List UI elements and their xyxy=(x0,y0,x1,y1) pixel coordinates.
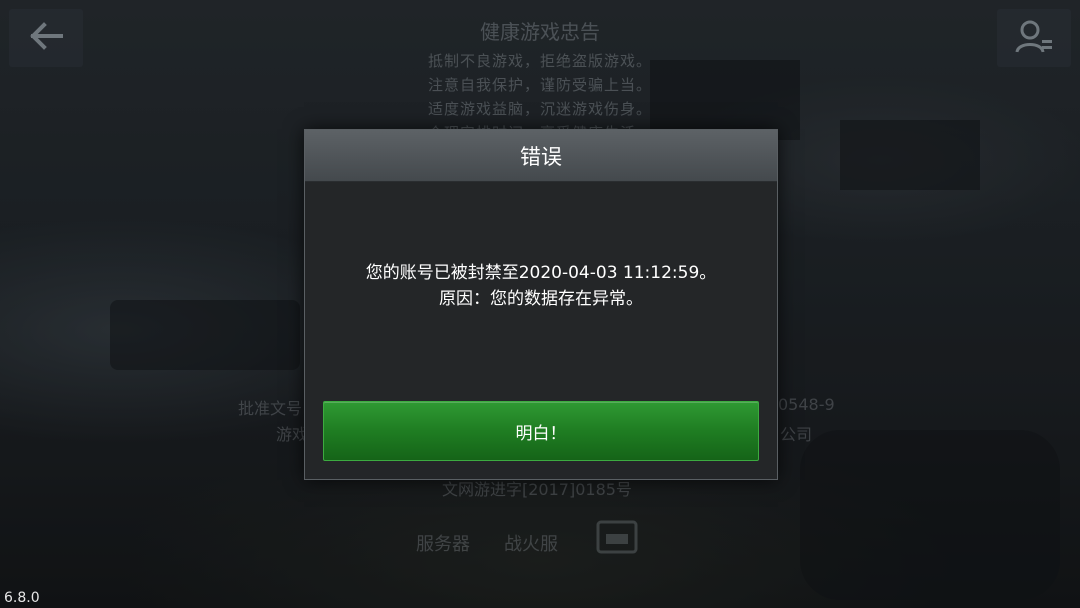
dialog-message: 您的账号已被封禁至2020-04-03 11:12:59。 原因：您的数据存在异… xyxy=(305,260,777,312)
player-profile-button[interactable] xyxy=(997,9,1071,67)
version-label: 6.8.0 xyxy=(4,590,40,606)
ban-message: 您的账号已被封禁至2020-04-03 11:12:59。 xyxy=(365,263,717,283)
dialog-title: 错误 xyxy=(520,144,562,169)
error-dialog: 错误 您的账号已被封禁至2020-04-03 11:12:59。 原因：您的数据… xyxy=(304,129,778,480)
dialog-header: 错误 xyxy=(305,130,777,182)
confirm-button-label: 明白！ xyxy=(515,423,567,444)
back-button[interactable] xyxy=(9,9,83,67)
ban-reason: 原因：您的数据存在异常。 xyxy=(439,289,643,309)
confirm-button[interactable]: 明白！ xyxy=(323,401,759,461)
arrow-left-icon xyxy=(28,22,64,54)
player-profile-icon xyxy=(1014,18,1054,58)
